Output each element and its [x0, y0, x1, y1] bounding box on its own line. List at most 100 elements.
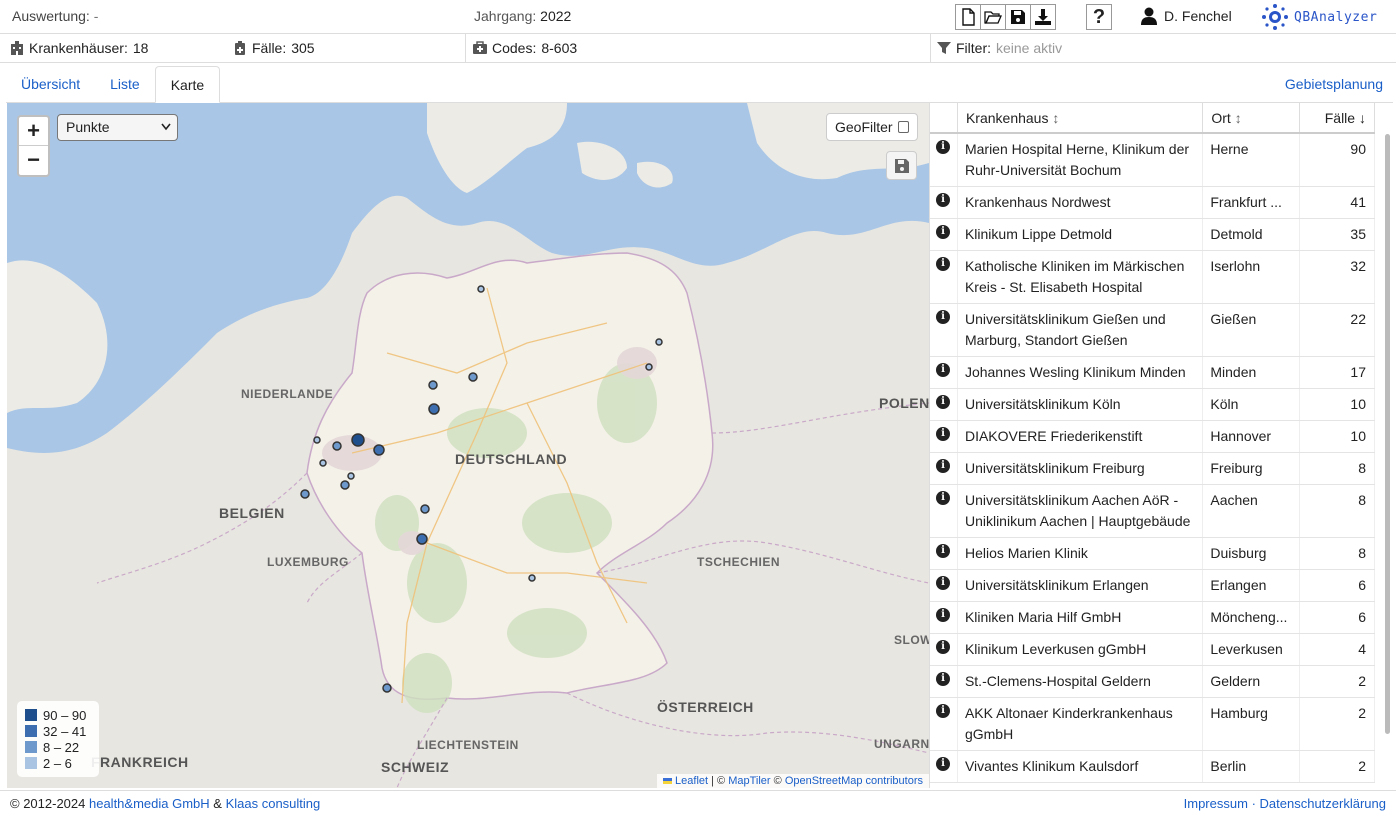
impressum-link[interactable]: Impressum	[1184, 796, 1248, 811]
info-icon[interactable]: i	[936, 225, 950, 239]
info-icon[interactable]: i	[936, 257, 950, 271]
filter-label: Filter:	[956, 40, 991, 56]
table-row[interactable]: i Marien Hospital Herne, Klinikum der Ruh…	[930, 134, 1375, 187]
stat-filter[interactable]: Filter: keine aktiv	[937, 40, 1062, 56]
zoom-in-button[interactable]: +	[19, 117, 48, 146]
maptiler-link[interactable]: MapTiler	[728, 775, 770, 787]
info-icon[interactable]: i	[936, 193, 950, 207]
tab-liste[interactable]: Liste	[95, 66, 155, 103]
table-row[interactable]: i Vivantes Klinikum Kaulsdorf Berlin 2	[930, 751, 1375, 783]
map-save-button[interactable]	[886, 151, 917, 180]
info-icon[interactable]: i	[936, 544, 950, 558]
table-row[interactable]: i DIAKOVERE Friederikenstift Hannover 10	[930, 421, 1375, 453]
faelle-label: Fälle:	[252, 40, 287, 56]
marker-koeln[interactable]	[340, 480, 350, 490]
info-icon[interactable]: i	[936, 576, 950, 590]
info-cell: i	[930, 634, 958, 665]
marker-berlin[interactable]	[645, 363, 653, 371]
marker-hannover[interactable]	[468, 372, 478, 382]
table-row[interactable]: i Katholische Kliniken im Märkischen Krei…	[930, 251, 1375, 304]
geofilter-checkbox[interactable]	[897, 121, 909, 133]
marker-geldern[interactable]	[313, 436, 321, 444]
table-row[interactable]: i Universitätsklinikum Aachen AöR - Unikl…	[930, 485, 1375, 538]
map-mode-select[interactable]: Punkte	[57, 114, 178, 141]
info-icon[interactable]: i	[936, 310, 950, 324]
marker-aachen[interactable]	[300, 489, 310, 499]
table-row[interactable]: i Universitätsklinikum Freiburg Freiburg 8	[930, 453, 1375, 485]
marker-iserlohn[interactable]	[373, 444, 385, 456]
info-icon[interactable]: i	[936, 427, 950, 441]
marker-duisburg[interactable]	[332, 441, 342, 451]
tab-karte[interactable]: Karte	[154, 66, 221, 103]
marker-giessen[interactable]	[420, 504, 430, 514]
info-icon[interactable]: i	[936, 459, 950, 473]
zoom-out-button[interactable]: −	[19, 146, 48, 175]
legend-row: 90 – 90	[25, 707, 91, 723]
table-row[interactable]: i Universitätsklinikum Köln Köln 10	[930, 389, 1375, 421]
save-button[interactable]	[1005, 4, 1031, 30]
marker-detmold[interactable]	[428, 403, 440, 415]
info-icon[interactable]: i	[936, 704, 950, 718]
table-row[interactable]: i Universitätsklinikum Erlangen Erlangen 6	[930, 570, 1375, 602]
open-folder-button[interactable]	[980, 4, 1006, 30]
marker-berlin-2[interactable]	[655, 338, 663, 346]
osm-link[interactable]: OpenStreetMap contributors	[785, 775, 923, 787]
geofilter-control[interactable]: GeoFilter	[826, 113, 918, 141]
cell-faelle: 17	[1300, 357, 1375, 388]
leaflet-link[interactable]: Leaflet	[675, 775, 708, 787]
help-button[interactable]: ?	[1086, 4, 1112, 30]
cell-ort: Gießen	[1203, 304, 1301, 356]
info-icon[interactable]: i	[936, 140, 950, 154]
info-icon[interactable]: i	[936, 395, 950, 409]
datenschutz-link[interactable]: Datenschutzerklärung	[1260, 796, 1386, 811]
download-button[interactable]	[1030, 4, 1056, 30]
table-row[interactable]: i Klinikum Leverkusen gGmbH Leverkusen 4	[930, 634, 1375, 666]
marker-frankfurt[interactable]	[416, 533, 428, 545]
marker-freiburg[interactable]	[382, 683, 392, 693]
table-row[interactable]: i Kliniken Maria Hilf GmbH Möncheng... 6	[930, 602, 1375, 634]
table-row[interactable]: i Klinikum Lippe Detmold Detmold 35	[930, 219, 1375, 251]
cell-ort: Iserlohn	[1203, 251, 1301, 303]
healthmedia-link[interactable]: health&media GmbH	[89, 796, 210, 811]
table-scrollbar[interactable]	[1385, 134, 1390, 734]
cell-krankenhaus: Klinikum Leverkusen gGmbH	[958, 634, 1204, 665]
table-row[interactable]: i Krankenhaus Nordwest Frankfurt ... 41	[930, 187, 1375, 219]
header-ort[interactable]: Ort ↕	[1203, 103, 1301, 132]
auswertung-value: -	[93, 8, 99, 24]
marker-herne[interactable]	[351, 433, 365, 447]
table-row[interactable]: i Helios Marien Klinik Duisburg 8	[930, 538, 1375, 570]
map-panel[interactable]: NIEDERLANDE BELGIEN LUXEMBURG DEUTSCHLAN…	[7, 103, 929, 788]
info-cell: i	[930, 304, 958, 356]
info-icon[interactable]: i	[936, 608, 950, 622]
table-row[interactable]: i Johannes Wesling Klinikum Minden Minden 1…	[930, 357, 1375, 389]
info-icon[interactable]: i	[936, 491, 950, 505]
marker-minden[interactable]	[428, 380, 438, 390]
table-row[interactable]: i AKK Altonaer Kinderkrankenhaus gGmbH Ham…	[930, 698, 1375, 751]
user-menu[interactable]: D. Fenchel	[1141, 7, 1232, 25]
cell-faelle: 2	[1300, 666, 1375, 697]
tab-uebersicht[interactable]: Übersicht	[6, 66, 95, 103]
gebietsplanung-link[interactable]: Gebietsplanung	[1285, 76, 1383, 92]
header-krankenhaus[interactable]: Krankenhaus ↕	[958, 103, 1204, 132]
info-icon[interactable]: i	[936, 757, 950, 771]
table-row[interactable]: i St.-Clemens-Hospital Geldern Geldern 2	[930, 666, 1375, 698]
map-mode-value: Punkte	[66, 119, 110, 135]
info-icon[interactable]: i	[936, 363, 950, 377]
legend-label: 8 – 22	[43, 739, 80, 755]
info-icon[interactable]: i	[936, 672, 950, 686]
marker-layer	[300, 285, 663, 693]
table-row[interactable]: i Universitätsklinikum Gießen und Marburg…	[930, 304, 1375, 357]
download-icon	[1035, 9, 1051, 25]
klaas-link[interactable]: Klaas consulting	[226, 796, 321, 811]
marker-leverkusen[interactable]	[347, 472, 355, 480]
legend-row: 8 – 22	[25, 739, 91, 755]
new-file-button[interactable]	[955, 4, 981, 30]
header-faelle[interactable]: Fälle ↓	[1300, 103, 1375, 132]
marker-erlangen[interactable]	[528, 574, 536, 582]
marker-hamburg[interactable]	[477, 285, 485, 293]
info-icon[interactable]: i	[936, 640, 950, 654]
marker-moenchengladbach[interactable]	[319, 459, 327, 467]
cell-faelle: 10	[1300, 421, 1375, 452]
cell-krankenhaus: DIAKOVERE Friederikenstift	[958, 421, 1204, 452]
legend-swatch	[25, 757, 37, 769]
